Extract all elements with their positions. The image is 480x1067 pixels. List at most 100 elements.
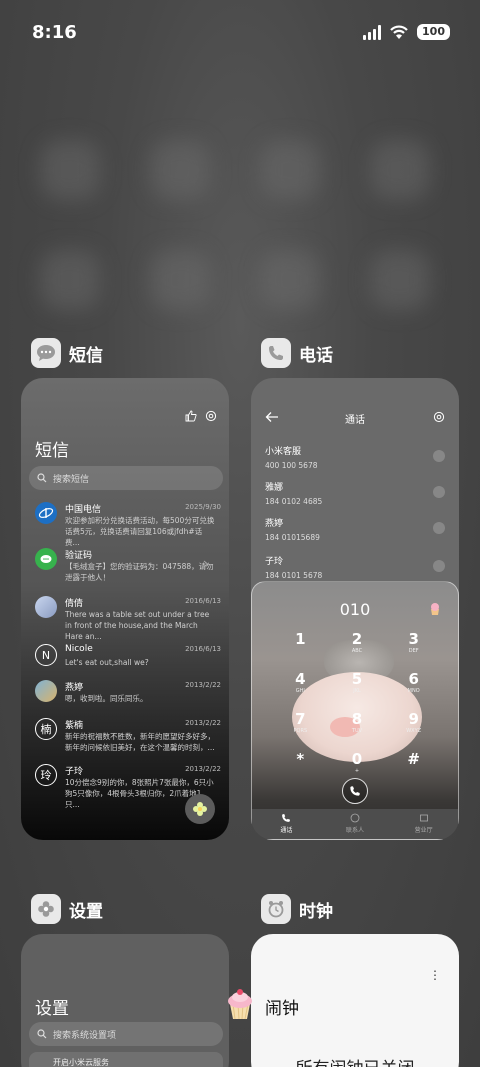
recent-app-header-settings[interactable]: 设置 — [31, 894, 103, 924]
contact-info-button[interactable] — [433, 560, 445, 572]
message-item[interactable]: 验证码 【毛绒盒子】您的验证码为：047588，请勿泄露于他人！ — [35, 548, 221, 588]
phone-handset-icon — [350, 786, 360, 796]
message-date: 2025/9/30 — [185, 503, 221, 511]
cupcake-icon[interactable] — [428, 602, 442, 616]
dialer-panel[interactable]: 010 1 2 ABC 3 DEF 4 GHI 5 JKL 6 MNO 7 PQRS 8 TU… — [251, 581, 459, 840]
phone-app-label: 电话 — [299, 345, 333, 366]
contact-name: 小米客服 — [265, 447, 302, 457]
message-sender: Nicole — [65, 644, 93, 654]
phone-page-title: 通话 — [345, 415, 365, 426]
message-item[interactable]: 楠 紫楠 2013/2/22 新年的祝福数不胜数，新年的愿望好多好多，新年的问候… — [35, 718, 221, 758]
message-preview: Let's eat out,shall we? — [65, 658, 149, 667]
contact-number: 184 0102 4685 — [265, 497, 323, 506]
cupcake-sticker-icon — [228, 989, 252, 1020]
dial-key-hash[interactable]: # — [385, 750, 442, 784]
settings-search-input[interactable]: 搜索系统设置项 — [29, 1022, 223, 1046]
recent-card-settings[interactable]: 设置 搜索系统设置项 开启小米云服务 — [21, 934, 229, 1067]
call-log-item[interactable]: 小米客服 400 100 5678 — [265, 444, 445, 474]
message-preview: 欢迎参加积分兑换话费活动，每500分可兑换话费5元，兑换话费请回复106或jfd… — [65, 516, 215, 547]
contact-avatar-initial: 玲 — [35, 764, 57, 786]
message-preview: 嗯，收到啦。同乐同乐。 — [65, 694, 148, 703]
settings-app-icon — [31, 894, 61, 924]
tab-calls[interactable]: 通话 — [252, 809, 321, 839]
sms-top-icons — [185, 410, 217, 422]
message-item[interactable]: 中国电信 2025/9/30 欢迎参加积分兑换话费活动，每500分可兑换话费5元… — [35, 502, 221, 547]
message-preview: There was a table set out under a tree i… — [65, 610, 210, 641]
china-telecom-logo-icon — [35, 502, 57, 524]
message-item[interactable]: N Nicole 2016/6/13 Let's eat out,shall w… — [35, 644, 221, 684]
signal-icon — [363, 24, 382, 40]
message-item[interactable]: 燕婷 2013/2/22 嗯，收到啦。同乐同乐。 — [35, 680, 221, 720]
message-preview: 【毛绒盒子】您的验证码为：047588，请勿泄露于他人！ — [65, 562, 214, 582]
dial-key-3[interactable]: 3 DEF — [385, 630, 442, 664]
sms-search-input[interactable]: 搜索短信 — [29, 466, 223, 490]
message-sender: 倩倩 — [65, 599, 84, 609]
more-options-icon[interactable]: ⋮ — [429, 968, 441, 982]
message-date: 2016/6/13 — [185, 597, 221, 605]
sms-page-title: 短信 — [35, 441, 69, 461]
phone-top-bar: 通话 — [251, 408, 459, 428]
wifi-icon — [390, 25, 408, 39]
call-log-item[interactable]: 燕婷 184 01015689 — [265, 516, 445, 546]
contact-number: 184 0101 5678 — [265, 571, 323, 580]
search-icon — [37, 1029, 47, 1039]
clock-app-icon — [261, 894, 291, 924]
settings-search-placeholder: 搜索系统设置项 — [53, 1030, 117, 1041]
thumbs-up-icon[interactable] — [185, 410, 197, 422]
sms-app-icon — [31, 338, 61, 368]
phone-tab-icon — [282, 814, 291, 822]
contact-name: 子玲 — [265, 557, 284, 567]
phone-tab-bar: 通话 联系人 营业厅 — [252, 809, 458, 839]
settings-page-title: 设置 — [35, 999, 69, 1019]
gear-icon[interactable] — [205, 410, 217, 422]
tab-service-hall[interactable]: 营业厅 — [389, 809, 458, 839]
gear-icon[interactable] — [433, 411, 445, 423]
alarm-status-text: 所有闹钟已关闭 — [251, 1054, 459, 1067]
dial-key-5[interactable]: 5 JKL — [329, 670, 386, 704]
message-date: 2013/2/22 — [185, 765, 221, 773]
call-log-item[interactable]: 雅娜 184 0102 4685 — [265, 480, 445, 510]
status-icons: 100 — [363, 24, 450, 40]
contact-number: 184 01015689 — [265, 533, 320, 542]
message-sender: 子玲 — [65, 767, 84, 777]
contact-avatar — [35, 680, 57, 702]
dial-key-9[interactable]: 9 WXYZ — [385, 710, 442, 744]
clock-app-label: 时钟 — [299, 901, 333, 922]
recent-app-header-phone[interactable]: 电话 — [261, 338, 333, 368]
recent-card-phone[interactable]: 通话 小米客服 400 100 5678 雅娜 184 0102 4685 燕婷… — [251, 378, 459, 840]
chevron-right-icon — [203, 560, 209, 568]
contact-info-button[interactable] — [433, 486, 445, 498]
message-sender: 验证码 — [65, 551, 93, 561]
tab-contacts[interactable]: 联系人 — [321, 809, 390, 839]
dial-keypad: 1 2 ABC 3 DEF 4 GHI 5 JKL 6 MNO 7 PQRS 8 TUV 9W… — [272, 630, 442, 784]
dial-key-star[interactable]: * — [272, 750, 329, 784]
call-button[interactable] — [342, 778, 368, 804]
message-item[interactable]: 倩倩 2016/6/13 There was a table set out u… — [35, 596, 221, 641]
sms-app-label: 短信 — [69, 345, 103, 366]
recent-app-header-sms[interactable]: 短信 — [31, 338, 103, 368]
flower-icon — [193, 802, 207, 816]
recent-card-sms[interactable]: 短信 搜索短信 中国电信 2025/9/30 欢迎参加积分兑换话费活动，每500… — [21, 378, 229, 840]
dial-key-1[interactable]: 1 — [272, 630, 329, 664]
message-preview: 新年的祝福数不胜数，新年的愿望好多好多，新年的问候依旧美好，在这个温馨的时刻，.… — [65, 732, 215, 752]
dial-key-4[interactable]: 4 GHI — [272, 670, 329, 704]
contact-info-button[interactable] — [433, 522, 445, 534]
recent-app-header-clock[interactable]: 时钟 — [261, 894, 333, 924]
recent-card-clock[interactable]: ⋮ 闹钟 所有闹钟已关闭 — [251, 934, 459, 1067]
call-log-item[interactable]: 子玲 184 0101 5678 — [265, 554, 445, 584]
clock-page-title: 闹钟 — [265, 999, 299, 1019]
dial-key-8[interactable]: 8 TUV — [329, 710, 386, 744]
dial-key-7[interactable]: 7 PQRS — [272, 710, 329, 744]
dial-key-2[interactable]: 2 ABC — [329, 630, 386, 664]
compose-button[interactable] — [185, 794, 215, 824]
verification-chat-icon — [35, 548, 57, 570]
settings-row-xiaomi-cloud[interactable]: 开启小米云服务 — [29, 1052, 223, 1067]
contact-info-button[interactable] — [433, 450, 445, 462]
settings-app-label: 设置 — [69, 901, 103, 922]
phone-app-icon — [261, 338, 291, 368]
message-sender: 燕婷 — [65, 683, 84, 693]
store-icon — [419, 814, 428, 822]
contact-name: 燕婷 — [265, 519, 284, 529]
dial-key-6[interactable]: 6 MNO — [385, 670, 442, 704]
contact-number: 400 100 5678 — [265, 461, 318, 470]
